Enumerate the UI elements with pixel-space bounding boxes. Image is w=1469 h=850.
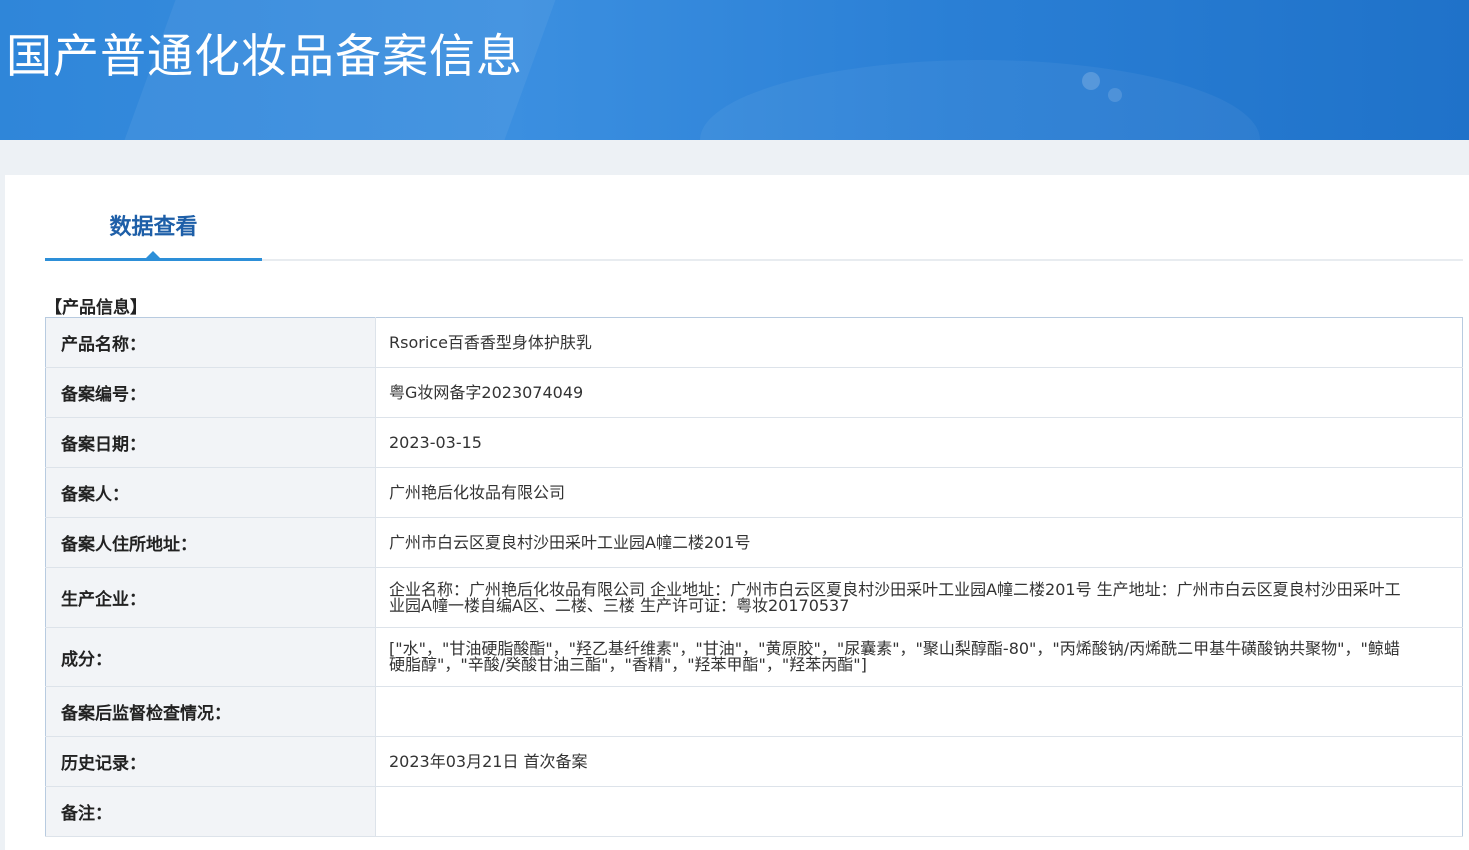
- field-value: 粤G妆网备字2023074049: [375, 367, 1463, 418]
- field-value: [375, 786, 1463, 837]
- field-label: 备案编号：: [45, 367, 376, 418]
- tab-data-view[interactable]: 数据查看: [45, 195, 262, 261]
- tab-underline: [45, 258, 262, 261]
- field-value: ["水"，"甘油硬脂酸酯"，"羟乙基纤维素"，"甘油"，"黄原胶"，"尿囊素"，…: [375, 627, 1463, 687]
- field-value: Rsorice百香香型身体护肤乳: [375, 317, 1463, 368]
- field-value: 广州市白云区夏良村沙田采叶工业园A幢二楼201号: [375, 517, 1463, 568]
- section-title: 【产品信息】: [45, 298, 147, 318]
- product-info-table: 产品名称： Rsorice百香香型身体护肤乳 备案编号： 粤G妆网备字20230…: [45, 317, 1463, 837]
- tab-label: 数据查看: [109, 215, 198, 240]
- field-label: 生产企业：: [45, 567, 376, 628]
- table-row: 历史记录： 2023年03月21日 首次备案: [45, 736, 1463, 787]
- field-value: 企业名称：广州艳后化妆品有限公司 企业地址：广州市白云区夏良村沙田采叶工业园A幢…: [375, 567, 1463, 628]
- field-label: 备注：: [45, 786, 376, 837]
- table-row: 产品名称： Rsorice百香香型身体护肤乳: [45, 317, 1463, 368]
- content-card: 数据查看 【产品信息】 产品名称： Rsorice百香香型身体护肤乳 备案编号：…: [5, 175, 1469, 850]
- field-label: 备案人住所地址：: [45, 517, 376, 568]
- banner-decoration: [700, 60, 1260, 140]
- page-title: 国产普通化妆品备案信息: [6, 29, 523, 83]
- table-row: 备案后监督检查情况：: [45, 686, 1463, 737]
- field-label: 产品名称：: [45, 317, 376, 368]
- field-value: 2023-03-15: [375, 417, 1463, 468]
- header-banner: 国产普通化妆品备案信息: [0, 0, 1469, 140]
- table-row: 备案人： 广州艳后化妆品有限公司: [45, 467, 1463, 518]
- field-label: 历史记录：: [45, 736, 376, 787]
- field-value: [375, 686, 1463, 737]
- field-value: 广州艳后化妆品有限公司: [375, 467, 1463, 518]
- banner-dot: [1082, 72, 1100, 90]
- table-row: 生产企业： 企业名称：广州艳后化妆品有限公司 企业地址：广州市白云区夏良村沙田采…: [45, 567, 1463, 628]
- table-row: 备案日期： 2023-03-15: [45, 417, 1463, 468]
- table-row: 备案人住所地址： 广州市白云区夏良村沙田采叶工业园A幢二楼201号: [45, 517, 1463, 568]
- table-row: 备注：: [45, 786, 1463, 837]
- table-row: 备案编号： 粤G妆网备字2023074049: [45, 367, 1463, 418]
- caret-up-icon: [146, 251, 160, 258]
- field-label: 备案后监督检查情况：: [45, 686, 376, 737]
- banner-dot: [1108, 88, 1122, 102]
- field-label: 备案人：: [45, 467, 376, 518]
- field-label: 成分：: [45, 627, 376, 687]
- field-value: 2023年03月21日 首次备案: [375, 736, 1463, 787]
- field-label: 备案日期：: [45, 417, 376, 468]
- table-row: 成分： ["水"，"甘油硬脂酸酯"，"羟乙基纤维素"，"甘油"，"黄原胶"，"尿…: [45, 627, 1463, 687]
